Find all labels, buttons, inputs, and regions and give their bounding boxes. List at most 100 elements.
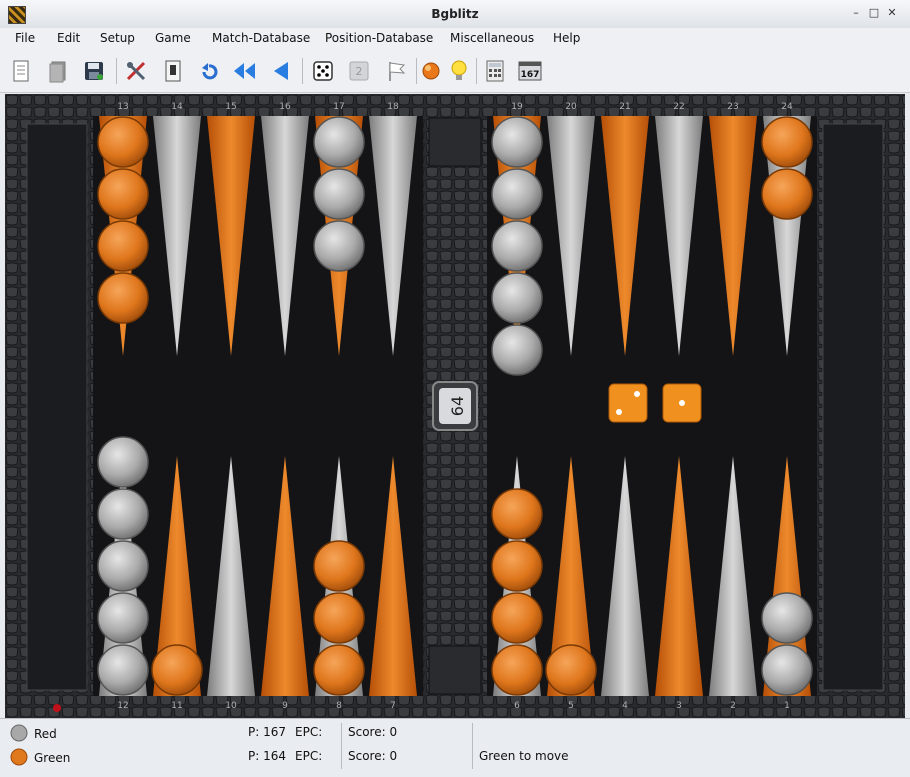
checker-silver[interactable]: [313, 116, 365, 168]
point-number-bottom: 10: [225, 701, 237, 711]
player2-score: Score: 0: [348, 749, 398, 763]
checker-silver[interactable]: [491, 220, 543, 272]
checker-silver[interactable]: [491, 272, 543, 324]
point-number-bottom: 7: [390, 701, 396, 711]
undo-icon[interactable]: [196, 58, 222, 84]
menu-edit[interactable]: Edit: [57, 31, 80, 45]
backgammon-board[interactable]: 131214111510169178187196205214223232241 …: [5, 94, 905, 718]
checker-orange[interactable]: [761, 168, 813, 220]
checker-orange[interactable]: [491, 592, 543, 644]
point-number-bottom: 12: [117, 701, 128, 711]
checker-silver[interactable]: [491, 324, 543, 376]
point-number-top: 13: [117, 102, 128, 112]
toolbar-separator: [476, 58, 477, 84]
resign-flag-icon[interactable]: [383, 58, 409, 84]
checker-orange[interactable]: [491, 540, 543, 592]
die-1[interactable]: [608, 383, 648, 423]
checker-silver[interactable]: [97, 644, 149, 696]
menu-match-database[interactable]: Match-Database: [212, 31, 310, 45]
checker-orange[interactable]: [761, 116, 813, 168]
title-bar: Bgblitz – □ ✕: [0, 0, 910, 29]
minimize-icon[interactable]: –: [850, 7, 862, 19]
pip-badge: 167: [521, 70, 540, 80]
hint-ball-icon[interactable]: [418, 58, 444, 84]
player1-score: Score: 0: [348, 725, 398, 739]
checker-orange[interactable]: [313, 644, 365, 696]
menu-bar: File Edit Setup Game Match-Database Posi…: [0, 28, 910, 50]
close-icon[interactable]: ✕: [886, 7, 898, 19]
checker-silver[interactable]: [761, 644, 813, 696]
checker-silver[interactable]: [313, 168, 365, 220]
open-icon[interactable]: [45, 58, 71, 84]
toolbar-separator: [302, 58, 303, 84]
player2-name: Green: [34, 751, 71, 765]
double-cube-value: 2: [356, 65, 363, 78]
point-number-bottom: 5: [568, 701, 574, 711]
back-icon[interactable]: [268, 58, 294, 84]
point-number-top: 20: [565, 102, 577, 112]
new-match-icon[interactable]: [8, 58, 34, 84]
checker-orange[interactable]: [97, 272, 149, 324]
point-number-bottom: 1: [784, 701, 790, 711]
bar-top-slot: [428, 117, 482, 167]
checker-silver[interactable]: [313, 220, 365, 272]
point-number-top: 16: [279, 102, 291, 112]
red-indicator: [53, 704, 61, 712]
pipcount-icon[interactable]: 167: [517, 58, 543, 84]
point-number-top: 23: [727, 102, 738, 112]
right-tray[interactable]: [822, 123, 884, 691]
player1-epc: EPC:: [295, 725, 323, 739]
save-icon[interactable]: [81, 58, 107, 84]
checker-orange[interactable]: [491, 644, 543, 696]
checker-silver[interactable]: [491, 116, 543, 168]
checker-orange[interactable]: [97, 220, 149, 272]
green-player-checker-icon: [10, 748, 28, 766]
checker-orange[interactable]: [151, 644, 203, 696]
menu-file[interactable]: File: [15, 31, 35, 45]
checker-silver[interactable]: [97, 436, 149, 488]
player1-pips: P: 167: [248, 725, 286, 739]
checker-orange[interactable]: [97, 116, 149, 168]
point-number-top: 19: [511, 102, 523, 112]
checker-orange[interactable]: [491, 488, 543, 540]
player2-epc: EPC:: [295, 749, 323, 763]
checker-orange[interactable]: [313, 592, 365, 644]
point-number-bottom: 11: [171, 701, 182, 711]
checker-silver[interactable]: [491, 168, 543, 220]
die-2[interactable]: [662, 383, 702, 423]
checker-orange[interactable]: [545, 644, 597, 696]
toolbar-separator: [116, 58, 117, 84]
checker-orange[interactable]: [313, 540, 365, 592]
settings-tools-icon[interactable]: [123, 58, 149, 84]
point-number-bottom: 3: [676, 701, 682, 711]
doubling-cube-value: 64: [448, 396, 467, 416]
menu-miscellaneous[interactable]: Miscellaneous: [450, 31, 534, 45]
point-number-bottom: 6: [514, 701, 520, 711]
bar-bottom-slot: [428, 645, 482, 695]
menu-game[interactable]: Game: [155, 31, 191, 45]
import-icon[interactable]: [160, 58, 186, 84]
checker-silver[interactable]: [761, 592, 813, 644]
checker-silver[interactable]: [97, 592, 149, 644]
left-tray[interactable]: [26, 123, 88, 691]
menu-help[interactable]: Help: [553, 31, 580, 45]
point-number-top: 21: [619, 102, 630, 112]
doubling-cube[interactable]: 64: [432, 381, 478, 431]
double-cube-icon[interactable]: 2: [346, 58, 372, 84]
toolbar: 2 167: [0, 50, 910, 93]
calculator-icon[interactable]: [482, 58, 508, 84]
checker-silver[interactable]: [97, 488, 149, 540]
maximize-icon[interactable]: □: [868, 7, 880, 19]
rewind-icon[interactable]: [231, 58, 257, 84]
status-separator: [341, 723, 342, 769]
point-number-bottom: 2: [730, 701, 736, 711]
checker-orange[interactable]: [97, 168, 149, 220]
checker-silver[interactable]: [97, 540, 149, 592]
status-separator: [472, 723, 473, 769]
tip-lightbulb-icon[interactable]: [446, 58, 472, 84]
menu-position-database[interactable]: Position-Database: [325, 31, 433, 45]
point-number-bottom: 9: [282, 701, 288, 711]
menu-setup[interactable]: Setup: [100, 31, 135, 45]
dice-icon[interactable]: [310, 58, 336, 84]
player1-name: Red: [34, 727, 57, 741]
